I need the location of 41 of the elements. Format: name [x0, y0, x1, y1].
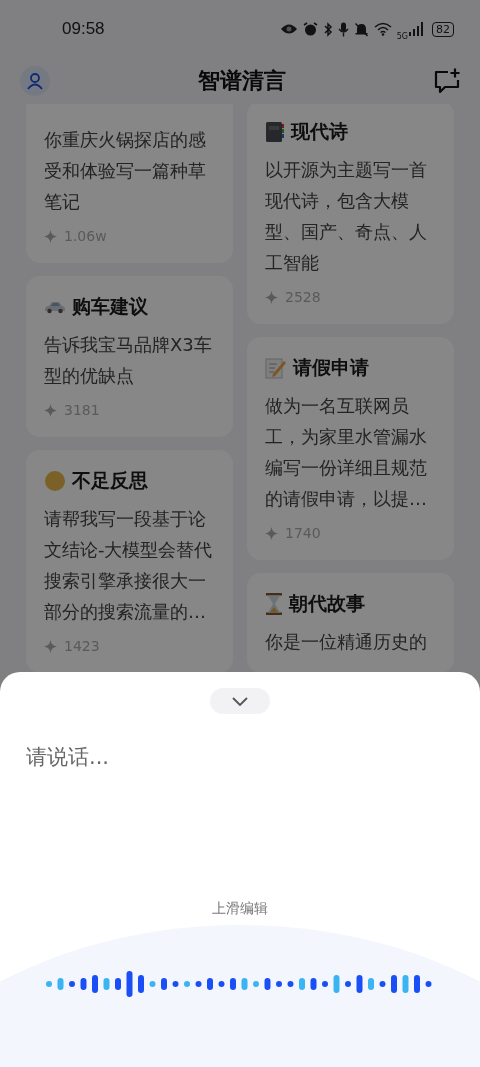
- memo-pencil-icon: [265, 357, 287, 379]
- card-title: 请假申请: [293, 355, 369, 380]
- bell-off-icon: [353, 21, 369, 37]
- card-title: 现代诗: [291, 119, 348, 144]
- swipe-hint: 上滑编辑: [212, 899, 268, 918]
- card-prompt: 你是一位精通历史的: [265, 630, 428, 654]
- notebook-icon: [265, 121, 285, 143]
- prompt-card[interactable]: 朝代故事 你是一位精通历史的: [247, 573, 454, 673]
- card-title: 朝代故事: [289, 591, 365, 616]
- listening-prompt: 请说话...: [26, 744, 110, 771]
- battery-indicator: 82: [432, 21, 454, 37]
- profile-button[interactable]: [20, 66, 50, 96]
- sparkle-icon: [265, 526, 278, 540]
- emoji-icon: [44, 470, 66, 492]
- chat-plus-icon: [434, 68, 460, 94]
- card-title: 购车建议: [72, 294, 148, 319]
- chevron-down-icon: [232, 696, 248, 706]
- card-title: 不足反思: [72, 468, 148, 493]
- app-title: 智谱清言: [198, 67, 286, 95]
- status-time: 09:58: [62, 19, 105, 39]
- alarm-icon: [302, 21, 318, 37]
- microphone-icon: [337, 21, 349, 37]
- card-prompt: 请帮我写一段基于论文结论-大模型会替代搜索引擎承接很大一部分的搜索流量的…: [44, 507, 214, 624]
- car-icon: [44, 300, 66, 314]
- card-prompt: 做为一名互联网员工，为家里水管漏水编写一份详细且规范的请假申请，以提…: [265, 394, 428, 511]
- sparkle-icon: [44, 639, 57, 653]
- sparkle-icon: [44, 229, 57, 243]
- person-icon: [26, 72, 44, 90]
- bluetooth-icon: [322, 21, 333, 37]
- card-prompt: 告诉我宝马品牌X3车型的优缺点: [44, 333, 213, 388]
- network-label: 5G: [396, 31, 408, 41]
- signal-icon: [409, 22, 423, 36]
- card-prompt: 以开源为主题写一首现代诗，包含大模型、国产、奇点、人工智能: [265, 158, 428, 275]
- new-chat-button[interactable]: [434, 68, 460, 94]
- card-prompt: 你重庆火锅探店的感受和体验写一篇种草笔记: [44, 128, 207, 214]
- collapse-button[interactable]: [210, 688, 270, 714]
- eye-icon: [279, 23, 298, 35]
- wifi-icon: [373, 22, 392, 36]
- sparkle-icon: [44, 403, 57, 417]
- hourglass-icon: [265, 593, 283, 615]
- sparkle-icon: [265, 290, 278, 304]
